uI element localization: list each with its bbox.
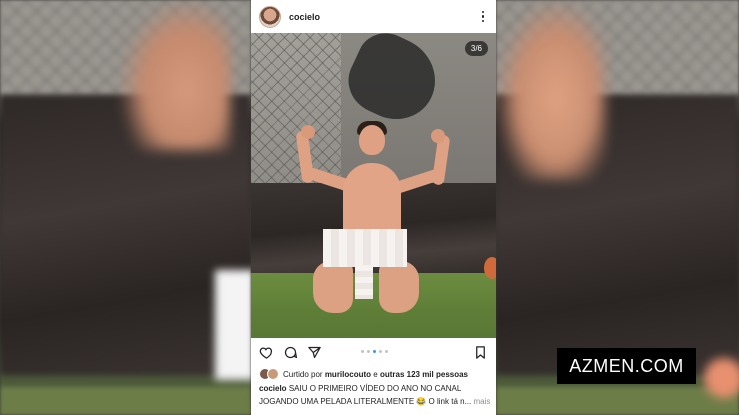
liked-by[interactable]: Curtido por murilocouto e outras 123 mil… xyxy=(259,368,468,380)
heart-icon[interactable] xyxy=(259,345,274,360)
post-username[interactable]: cocielo xyxy=(289,12,320,22)
post-header: cocielo xyxy=(251,0,496,33)
caption-text: SAIU O PRIMEIRO VÍDEO DO ANO NO CANAL JO… xyxy=(259,384,472,406)
caption-username[interactable]: cocielo xyxy=(259,384,287,393)
action-bar xyxy=(251,338,496,366)
watermark: AZMEN.COM xyxy=(557,348,696,384)
more-options-icon[interactable] xyxy=(478,10,488,24)
post-caption: cocielo SAIU O PRIMEIRO VÍDEO DO ANO NO … xyxy=(259,382,491,408)
post-photo[interactable]: 3/6 xyxy=(251,33,496,338)
carousel-dots xyxy=(361,350,388,353)
instagram-post: cocielo 3/6 Curtido por murilocouto e ou… xyxy=(251,0,496,415)
avatar[interactable] xyxy=(259,5,281,28)
bookmark-icon[interactable] xyxy=(473,345,488,360)
liked-by-prefix: Curtido por xyxy=(283,369,323,379)
blurred-ball xyxy=(704,358,739,398)
blurred-background-left xyxy=(0,0,251,415)
image-counter: 3/6 xyxy=(464,41,488,56)
caption-more-link[interactable]: mais xyxy=(473,397,490,406)
liked-by-user[interactable]: murilocouto xyxy=(325,370,371,379)
censor-block xyxy=(355,265,373,299)
liked-by-others[interactable]: outras 123 mil pessoas xyxy=(380,370,468,379)
share-icon[interactable] xyxy=(307,345,322,360)
liked-by-connector: e xyxy=(373,369,378,379)
liker-avatar xyxy=(267,368,279,380)
censor-block xyxy=(323,229,407,267)
comment-icon[interactable] xyxy=(283,345,298,360)
